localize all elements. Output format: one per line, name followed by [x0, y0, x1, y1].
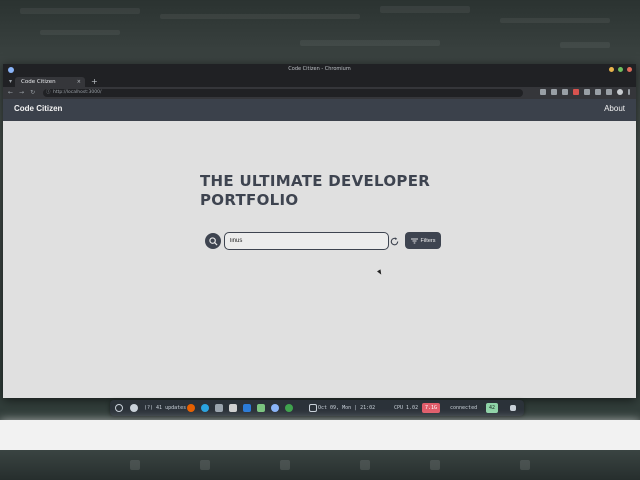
firefox-icon[interactable]	[187, 404, 195, 412]
extension-red-icon[interactable]	[573, 89, 579, 95]
workspace-icon[interactable]	[130, 404, 138, 412]
hero-title: THE ULTIMATE DEVELOPER PORTFOLIO	[200, 172, 431, 209]
filter-lines-icon	[410, 238, 418, 243]
bookmark-star-icon[interactable]	[562, 89, 568, 95]
desktop-taskbar: (?) 41 updates Oct 09, Mon | 21:02 CPU 1…	[110, 400, 524, 416]
extension-icon[interactable]	[584, 89, 590, 95]
minimize-icon[interactable]	[609, 67, 614, 72]
cpu-load: CPU 1.02	[394, 405, 419, 411]
window-title-bar: Code Citizen - Chromium	[3, 64, 636, 76]
tab-search-icon[interactable]: ▾	[9, 78, 12, 85]
browser-menu-icon[interactable]	[628, 89, 630, 95]
app-icon-bug[interactable]	[285, 404, 293, 412]
desktop-bottom-strip	[0, 450, 640, 480]
power-icon[interactable]	[115, 404, 123, 412]
page-content: Code Citizen About THE ULTIMATE DEVELOPE…	[3, 99, 636, 398]
tab-close-icon[interactable]: ×	[77, 77, 81, 87]
address-bar[interactable]: ⓘ http://localhost:3000/	[43, 89, 523, 97]
about-link[interactable]: About	[604, 104, 625, 113]
share-icon[interactable]	[551, 89, 557, 95]
telegram-icon[interactable]	[201, 404, 209, 412]
sidebar-icon[interactable]	[606, 89, 612, 95]
brand-link[interactable]: Code Citizen	[14, 104, 62, 113]
navigation-controls: ← → ↻	[8, 89, 35, 96]
maximize-icon[interactable]	[618, 67, 623, 72]
app-header: Code Citizen About	[3, 99, 636, 121]
date-time: Oct 09, Mon | 21:02	[318, 405, 376, 411]
reset-button[interactable]	[386, 233, 402, 249]
extensions-puzzle-icon[interactable]	[595, 89, 601, 95]
calendar-icon	[309, 404, 317, 412]
tab-strip: ▾ Code Citizen × +	[3, 76, 636, 87]
close-window-icon[interactable]	[627, 67, 632, 72]
tab-code-citizen[interactable]: Code Citizen ×	[15, 77, 85, 87]
screen-bottom-glare	[0, 420, 640, 450]
forward-icon[interactable]: →	[19, 89, 24, 96]
search-bar: Filters	[203, 231, 443, 251]
updates-indicator[interactable]: (?) 41 updates	[144, 403, 186, 413]
window-controls	[609, 67, 632, 72]
reload-icon[interactable]: ↻	[30, 89, 35, 96]
files-icon[interactable]	[215, 404, 223, 412]
filters-label: Filters	[420, 237, 436, 244]
app-icon-green[interactable]	[257, 404, 265, 412]
search-button[interactable]	[205, 233, 221, 249]
terminal-icon[interactable]	[229, 404, 237, 412]
profile-avatar-icon[interactable]	[617, 89, 623, 95]
browser-toolbar	[540, 89, 630, 95]
volume-badge[interactable]: 42	[486, 403, 499, 413]
url-text: http://localhost:3000/	[53, 90, 102, 95]
new-tab-button[interactable]: +	[91, 77, 98, 86]
filters-button[interactable]: Filters	[405, 232, 441, 249]
network-status: connected	[450, 405, 478, 411]
refresh-icon	[390, 236, 398, 245]
lock-icon[interactable]	[510, 405, 516, 411]
mouse-cursor-icon	[377, 269, 383, 276]
editor-icon[interactable]	[243, 404, 251, 412]
browser-window: Code Citizen - Chromium ▾ Code Citizen ×…	[3, 64, 636, 398]
tab-label: Code Citizen	[21, 79, 56, 85]
magnifier-icon	[208, 236, 218, 246]
window-title: Code Citizen - Chromium	[288, 66, 351, 72]
memory-badge: 7.1G	[422, 403, 441, 413]
chromium-taskbar-icon[interactable]	[271, 404, 279, 412]
search-input[interactable]	[224, 232, 389, 250]
site-info-icon[interactable]: ⓘ	[46, 89, 51, 97]
zoom-icon[interactable]	[540, 89, 546, 95]
address-bar-row: ← → ↻ ⓘ http://localhost:3000/	[3, 87, 636, 99]
back-icon[interactable]: ←	[8, 89, 13, 96]
